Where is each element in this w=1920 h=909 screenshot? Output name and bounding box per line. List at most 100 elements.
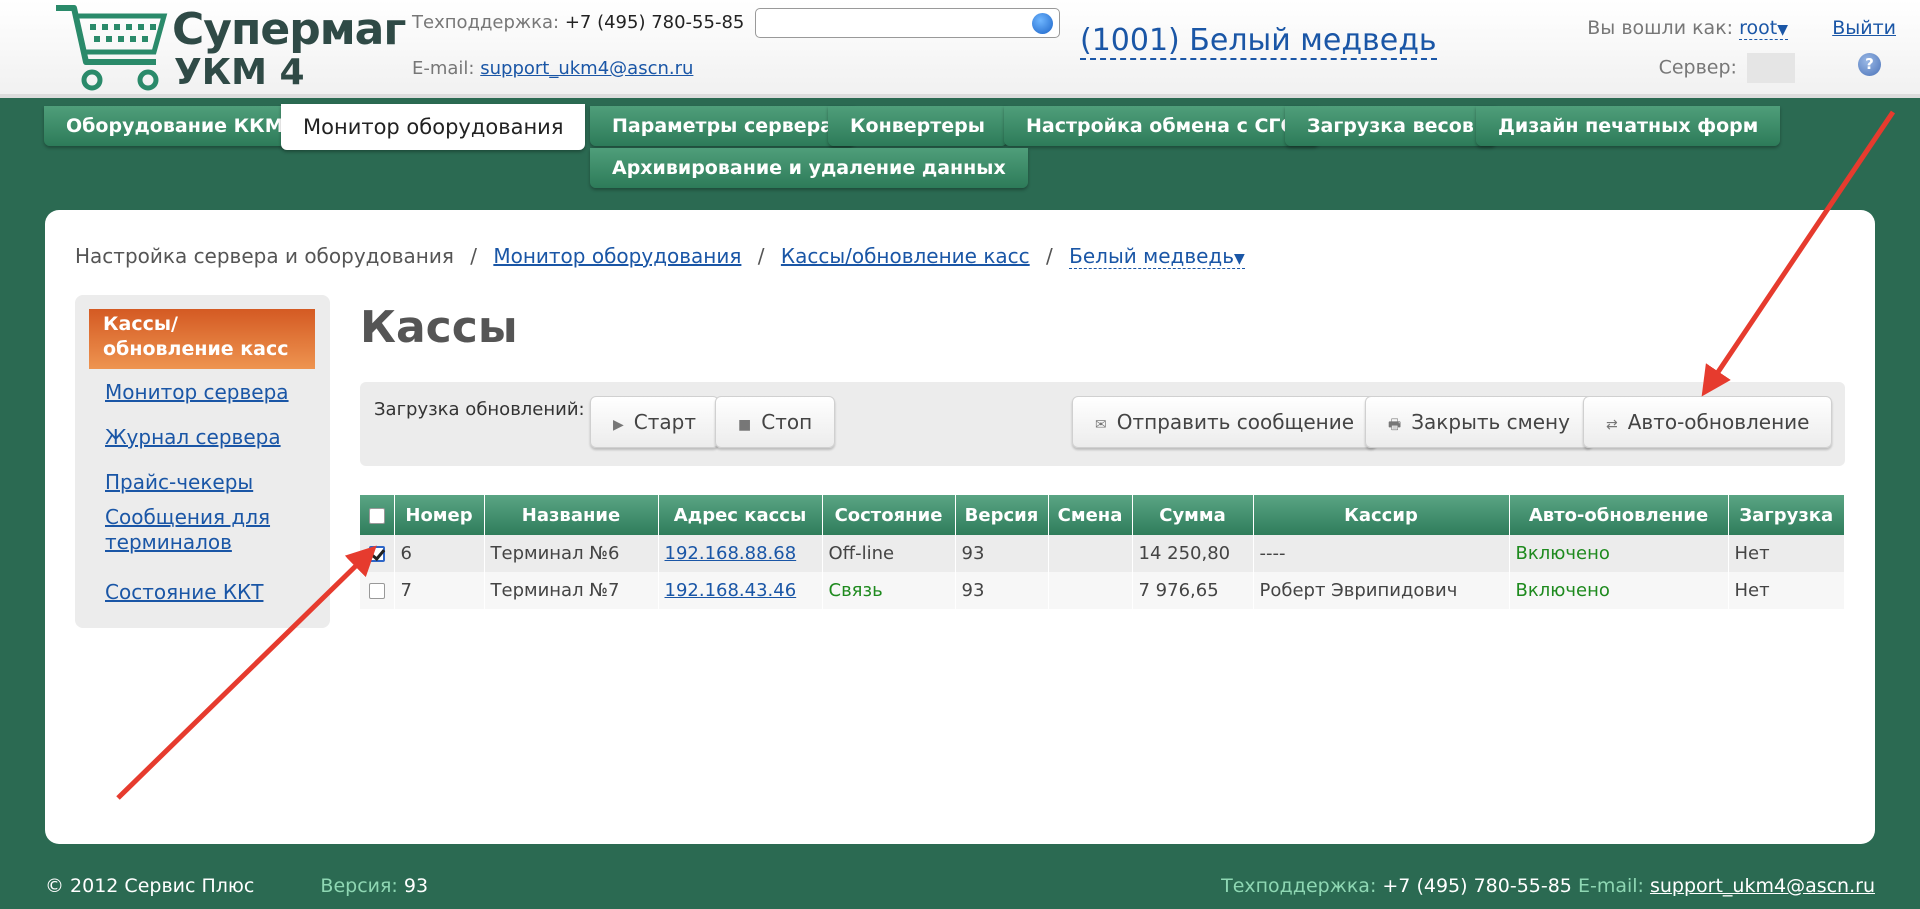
select-all-header: [360, 495, 395, 535]
breadcrumb-equipment-monitor[interactable]: Монитор оборудования: [493, 244, 741, 268]
row-checkbox[interactable]: [368, 546, 385, 562]
tab-sgo-exchange[interactable]: Настройка обмена с СГО: [1004, 106, 1319, 146]
col-shift[interactable]: Смена: [1048, 495, 1133, 535]
breadcrumb-cash-registers[interactable]: Кассы/обновление касс: [781, 244, 1030, 268]
address-link[interactable]: 192.168.43.46: [665, 580, 797, 601]
cell-name: Терминал №6: [484, 535, 659, 572]
close-shift-button[interactable]: 🖶 Закрыть смену: [1365, 396, 1593, 448]
tab-print-design[interactable]: Дизайн печатных форм: [1476, 106, 1781, 146]
support-email-link[interactable]: support_ukm4@ascn.ru: [480, 58, 693, 79]
col-version[interactable]: Версия: [955, 495, 1049, 535]
start-button-label: Старт: [633, 410, 696, 434]
table-header-row: Номер Название Адрес кассы Состояние Вер…: [360, 495, 1845, 535]
footer-support: Техподдержка: +7 (495) 780-55-85 E-mail:…: [1221, 875, 1875, 897]
breadcrumb-root: Настройка сервера и оборудования: [75, 244, 454, 268]
breadcrumb-current: Белый медведь: [1069, 244, 1235, 268]
stop-button[interactable]: ■ Стоп: [715, 396, 836, 448]
cell-load: Нет: [1728, 572, 1845, 609]
col-name[interactable]: Название: [484, 495, 659, 535]
sidebar-item-price-checkers[interactable]: Прайс-чекеры: [105, 470, 253, 495]
footer-copyright: © 2012 Сервис Плюс: [45, 875, 255, 897]
login-info: Вы вошли как: root▼: [1587, 17, 1788, 40]
col-load[interactable]: Загрузка: [1728, 495, 1845, 535]
cell-address: 192.168.43.46: [658, 572, 823, 609]
table-row[interactable]: 7 Терминал №7 192.168.43.46 Связь 93 7 9…: [360, 572, 1845, 609]
breadcrumb: Настройка сервера и оборудования / Монит…: [75, 244, 1245, 269]
row-checkbox[interactable]: [368, 583, 385, 599]
footer-email-label: E-mail:: [1577, 875, 1644, 897]
email-label: E-mail:: [412, 58, 475, 79]
help-icon[interactable]: ?: [1858, 53, 1881, 76]
col-sum[interactable]: Сумма: [1132, 495, 1254, 535]
footer-version-value: 93: [403, 875, 429, 897]
search-input[interactable]: [762, 10, 1022, 36]
tab-scales-upload[interactable]: Загрузка весов: [1285, 106, 1496, 146]
page-title: Кассы: [360, 302, 518, 353]
user-menu[interactable]: root▼: [1739, 17, 1788, 40]
row-select-cell: [360, 535, 395, 572]
swap-arrows-icon: ⇄: [1606, 417, 1618, 433]
tab-archiving[interactable]: Архивирование и удаление данных: [590, 148, 1028, 188]
col-state[interactable]: Состояние: [822, 495, 956, 535]
server-value: [1747, 53, 1795, 83]
sidebar-item-kkt-status[interactable]: Состояние ККТ: [105, 580, 263, 605]
cell-address: 192.168.88.68: [658, 535, 823, 572]
footer-support-phone: +7 (495) 780-55-85: [1382, 875, 1572, 897]
auto-update-label: Авто-обновление: [1627, 410, 1810, 434]
cell-version: 93: [955, 572, 1049, 609]
login-label: Вы вошли как:: [1587, 17, 1734, 39]
address-link[interactable]: 192.168.88.68: [665, 543, 797, 564]
sidebar-item-server-log[interactable]: Журнал сервера: [105, 425, 281, 450]
col-number[interactable]: Номер: [394, 495, 485, 535]
toolbar-label: Загрузка обновлений:: [374, 399, 585, 420]
breadcrumb-separator: /: [1046, 244, 1053, 268]
cell-number: 7: [394, 572, 485, 609]
breadcrumb-store-dropdown[interactable]: Белый медведь▼: [1069, 244, 1245, 269]
col-auto-update[interactable]: Авто-обновление: [1509, 495, 1729, 535]
footer-version: Версия: 93: [320, 875, 428, 897]
sidebar-item-server-monitor[interactable]: Монитор сервера: [105, 380, 289, 405]
server-info: Сервер:: [1659, 53, 1795, 83]
search-box: [755, 8, 1060, 38]
sidebar-item-cash-registers[interactable]: Кассы/обновление касс: [89, 309, 315, 369]
col-cashier[interactable]: Кассир: [1253, 495, 1510, 535]
start-button[interactable]: ▶ Старт: [590, 396, 719, 448]
stop-icon: ■: [738, 417, 752, 433]
search-icon[interactable]: [1032, 13, 1053, 34]
send-message-label: Отправить сообщение: [1116, 410, 1355, 434]
select-all-checkbox[interactable]: [368, 507, 385, 524]
app-logo[interactable]: Супермаг УКМ 4: [52, 2, 406, 94]
logo-subtitle: УКМ 4: [174, 52, 305, 93]
cart-icon: [56, 5, 168, 91]
toolbar: Загрузка обновлений: ▶ Старт ■ Стоп ✉ Отпра…: [360, 382, 1845, 466]
auto-update-button[interactable]: ⇄ Авто-обновление: [1583, 396, 1833, 448]
tab-server-params[interactable]: Параметры сервера: [590, 106, 856, 146]
login-user: root: [1739, 17, 1778, 39]
cash-registers-table: Номер Название Адрес кассы Состояние Вер…: [360, 495, 1845, 609]
tab-kkm-equipment[interactable]: Оборудование ККМ: [44, 106, 306, 146]
tab-equipment-monitor[interactable]: Монитор оборудования: [281, 104, 586, 150]
logout-link[interactable]: Выйти: [1832, 17, 1896, 39]
sidebar-item-terminal-messages[interactable]: Сообщения для терминалов: [105, 505, 295, 555]
footer-support-label: Техподдержка:: [1221, 875, 1377, 897]
cell-auto-update: Включено: [1509, 535, 1729, 572]
table-row[interactable]: 6 Терминал №6 192.168.88.68 Off-line 93 …: [360, 535, 1845, 572]
sidebar: Кассы/обновление касс Монитор сервера Жу…: [75, 295, 330, 628]
play-icon: ▶: [613, 417, 624, 433]
col-address[interactable]: Адрес кассы: [658, 495, 823, 535]
support-label: Техподдержка:: [412, 12, 560, 33]
cell-number: 6: [394, 535, 485, 572]
store-selector[interactable]: (1001) Белый медведь: [1080, 24, 1437, 60]
breadcrumb-separator: /: [757, 244, 765, 268]
tab-converters[interactable]: Конвертеры: [828, 106, 1007, 146]
content-panel: Настройка сервера и оборудования / Монит…: [45, 210, 1875, 844]
send-message-button[interactable]: ✉ Отправить сообщение: [1072, 396, 1378, 448]
app-header: Супермаг УКМ 4 Техподдержка: +7 (495) 78…: [0, 0, 1920, 98]
cell-sum: 14 250,80: [1132, 535, 1254, 572]
envelope-icon: ✉: [1095, 417, 1107, 433]
footer-email-link[interactable]: support_ukm4@ascn.ru: [1650, 875, 1875, 897]
support-email: E-mail: support_ukm4@ascn.ru: [412, 58, 693, 79]
cell-cashier: Роберт Эврипидович: [1253, 572, 1510, 609]
cell-sum: 7 976,65: [1132, 572, 1254, 609]
footer: © 2012 Сервис Плюс Версия: 93 Техподдерж…: [45, 875, 1875, 897]
